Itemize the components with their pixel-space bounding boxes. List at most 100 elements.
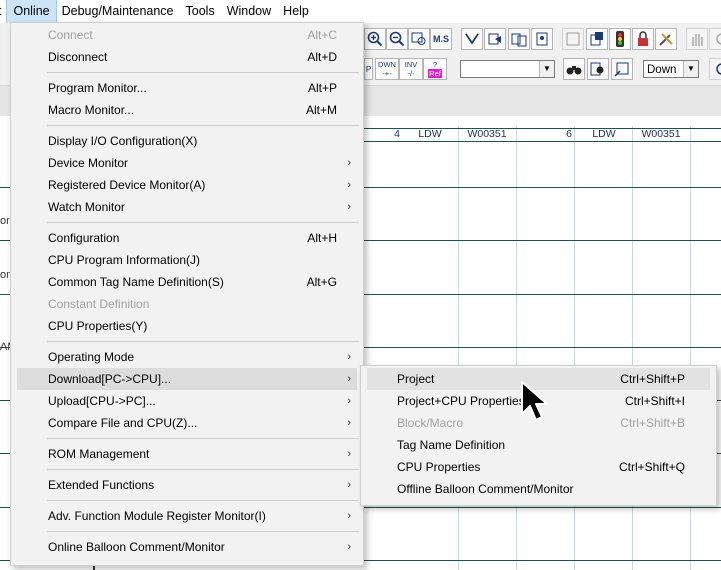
search-combo[interactable]: ▼ <box>460 60 555 78</box>
menu-separator <box>47 125 359 126</box>
submenu-item-offline-balloon-comment-monitor[interactable]: Offline Balloon Comment/Monitor <box>361 478 716 500</box>
mouse-pointer-icon <box>521 381 548 421</box>
menu-item-label: Download[PC->CPU]... <box>48 372 172 386</box>
submenu-arrow-icon: › <box>347 179 351 191</box>
submenu-arrow-icon: › <box>347 351 351 363</box>
submenu-item-label: Offline Balloon Comment/Monitor <box>397 482 574 496</box>
side-text-fragment: or <box>0 215 10 227</box>
submenu-item-label: Tag Name Definition <box>397 438 506 452</box>
menu-item-label: Connect <box>48 28 93 42</box>
menu-item-compare-file-and-cpu[interactable]: Compare File and CPU(Z)... › <box>11 412 363 434</box>
option-icon[interactable] <box>709 58 721 80</box>
remote-icon[interactable] <box>531 28 553 50</box>
menu-item-cpu-properties[interactable]: CPU Properties(Y) <box>11 315 363 337</box>
submenu-item-tag-name-definition[interactable]: Tag Name Definition <box>361 434 716 456</box>
menu-item-constant-definition[interactable]: Constant Definition <box>11 293 363 315</box>
menu-item-label: Constant Definition <box>48 297 150 311</box>
menu-item-rom-management[interactable]: ROM Management › <box>11 443 363 465</box>
menu-item-configuration[interactable]: Configuration Alt+H <box>11 227 363 249</box>
menu-item-shortcut: Alt+H <box>307 231 337 245</box>
traffic-light-icon[interactable] <box>609 28 631 50</box>
menu-item-shortcut: Alt+P <box>307 81 337 95</box>
menu-online[interactable]: Online <box>6 0 57 24</box>
menu-item-registered-device-monitor[interactable]: Registered Device Monitor(A) › <box>11 174 363 196</box>
menu-bar: t Online Debug/Maintenance Tools Window … <box>0 0 721 24</box>
menu-item-label: Compare File and CPU(Z)... <box>48 416 198 430</box>
menu-separator <box>47 531 359 532</box>
menu-debug-maintenance[interactable]: Debug/Maintenance <box>56 0 180 23</box>
verify-icon[interactable] <box>508 28 530 50</box>
menu-item-macro-monitor[interactable]: Macro Monitor... Alt+M <box>11 99 363 121</box>
menu-item-label: CPU Program Information(J) <box>48 253 201 267</box>
menu-item-connect[interactable]: Connect Alt+C <box>11 24 363 46</box>
menu-file-fragment[interactable]: t <box>0 0 7 23</box>
menu-item-label: Watch Monitor <box>48 200 125 214</box>
jump-icon[interactable] <box>611 58 633 80</box>
ladder-device[interactable]: W00351 <box>460 128 514 140</box>
ms-icon[interactable]: M.S <box>430 28 452 50</box>
read-icon[interactable] <box>461 28 483 50</box>
menu-item-label: ROM Management <box>48 447 150 461</box>
zoom-out-icon[interactable] <box>386 28 408 50</box>
menu-help[interactable]: Help <box>277 0 315 23</box>
inv-label: INV <box>404 60 418 69</box>
chevron-down-icon[interactable]: ▼ <box>683 61 698 77</box>
menu-item-label: Online Balloon Comment/Monitor <box>48 540 225 554</box>
tools-icon[interactable] <box>655 28 677 50</box>
menu-window[interactable]: Window <box>221 0 277 23</box>
direction-combo[interactable]: Down ▼ <box>643 60 699 78</box>
submenu-item-shortcut: Ctrl+Shift+I <box>624 394 685 408</box>
menu-item-online-balloon-comment-monitor[interactable]: Online Balloon Comment/Monitor › <box>11 536 363 558</box>
menu-item-download[interactable]: Download[PC->CPU]... › <box>17 368 357 390</box>
submenu-item-label: Project+CPU Properties <box>397 394 525 408</box>
submenu-item-cpu-properties[interactable]: CPU Properties Ctrl+Shift+Q <box>361 456 716 478</box>
dwn-button[interactable]: DWN -+- <box>375 58 399 80</box>
menu-separator <box>47 469 359 470</box>
menu-item-program-monitor[interactable]: Program Monitor... Alt+P <box>11 77 363 99</box>
monitor-icon[interactable] <box>562 28 584 50</box>
menu-item-disconnect[interactable]: Disconnect Alt+D <box>11 46 363 68</box>
submenu-item-shortcut: Ctrl+Shift+B <box>620 416 685 430</box>
submenu-arrow-icon: › <box>347 395 351 407</box>
submenu-arrow-icon: › <box>347 510 351 522</box>
zoom-in-icon[interactable] <box>364 28 386 50</box>
ref-button[interactable]: ? Ref <box>423 58 447 80</box>
find-replace-icon[interactable] <box>587 58 609 80</box>
menu-item-upload[interactable]: Upload[CPU->PC]... › <box>11 390 363 412</box>
menu-item-common-tag-name-definition[interactable]: Common Tag Name Definition(S) Alt+G <box>11 271 363 293</box>
inv-button[interactable]: INV -/- <box>399 58 423 80</box>
submenu-arrow-icon: › <box>347 157 351 169</box>
menu-item-operating-mode[interactable]: Operating Mode › <box>11 346 363 368</box>
submenu-arrow-icon: › <box>347 541 351 553</box>
menu-item-adv-function-module-register-monitor[interactable]: Adv. Function Module Register Monitor(I)… <box>11 505 363 527</box>
ladder-instruction[interactable]: LDW <box>578 128 630 140</box>
menu-separator <box>47 72 359 73</box>
menu-item-label: Program Monitor... <box>48 81 147 95</box>
menu-item-label: Operating Mode <box>48 350 135 364</box>
hand-icon[interactable] <box>686 28 708 50</box>
ladder-instruction[interactable]: LDW <box>404 128 456 140</box>
menu-item-display-io-configuration[interactable]: Display I/O Configuration(X) <box>11 130 363 152</box>
find-icon[interactable] <box>563 58 585 80</box>
submenu-item-shortcut: Ctrl+Shift+Q <box>618 460 685 474</box>
ladder-device[interactable]: W00351 <box>634 128 688 140</box>
lock-icon[interactable] <box>632 28 654 50</box>
write-icon[interactable] <box>484 28 506 50</box>
refresh-icon[interactable] <box>709 28 721 50</box>
online-menu: Connect Alt+C Disconnect Alt+D Program M… <box>10 22 364 566</box>
p-button[interactable]: P <box>364 58 373 80</box>
menu-item-watch-monitor[interactable]: Watch Monitor › <box>11 196 363 218</box>
menu-separator <box>47 500 359 501</box>
menu-item-label: Device Monitor <box>48 156 129 170</box>
menu-item-shortcut: Alt+D <box>307 50 337 64</box>
menu-item-cpu-program-information[interactable]: CPU Program Information(J) <box>11 249 363 271</box>
menu-item-device-monitor[interactable]: Device Monitor › <box>11 152 363 174</box>
chevron-down-icon[interactable]: ▼ <box>539 61 554 77</box>
dwn-label: DWN <box>378 60 396 69</box>
device-batch-icon[interactable] <box>408 28 430 50</box>
submenu-arrow-icon: › <box>347 448 351 460</box>
menu-item-shortcut: Alt+M <box>305 103 337 117</box>
menu-item-extended-functions[interactable]: Extended Functions › <box>11 474 363 496</box>
monitor-stop-icon[interactable] <box>586 28 608 50</box>
menu-tools[interactable]: Tools <box>180 0 221 23</box>
